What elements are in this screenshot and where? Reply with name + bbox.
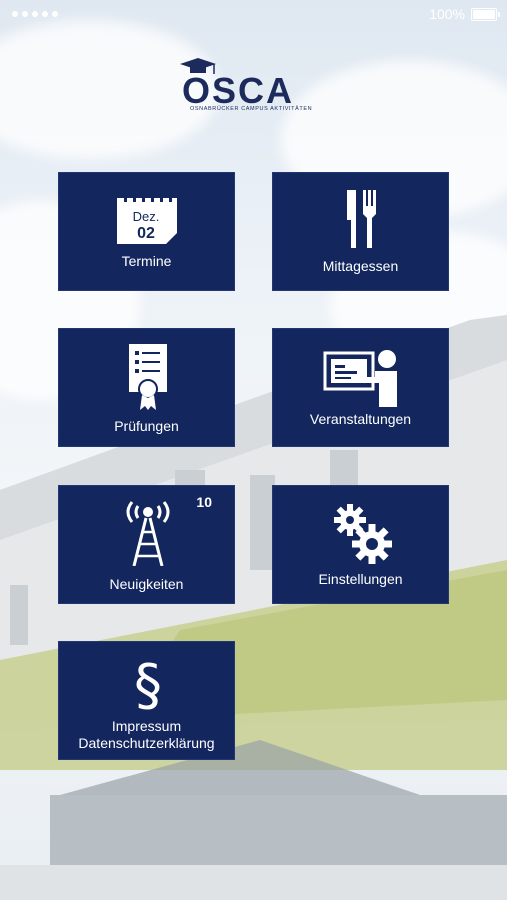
status-bar: 100%: [0, 0, 507, 28]
termine-tile[interactable]: Dez. 02 Termine: [58, 172, 235, 291]
background-photo: [0, 0, 507, 900]
antenna-tower-icon: [126, 501, 170, 566]
battery-icon: [471, 8, 500, 21]
termine-label: Termine: [121, 253, 172, 269]
calendar-day: 02: [137, 225, 155, 242]
logo-subtitle: OSNABRÜCKER CAMPUS AKTIVITÄTEN: [190, 106, 313, 112]
veranstaltungen-tile[interactable]: Veranstaltungen: [272, 328, 449, 447]
presentation-icon: [323, 350, 397, 407]
neuigkeiten-label: Neuigkeiten: [109, 576, 184, 592]
pruefungen-label: Prüfungen: [114, 418, 179, 434]
impressum-tile[interactable]: § Impressum Datenschutzerklärung: [58, 641, 235, 760]
svg-text:§: §: [134, 653, 162, 712]
calendar-month: Dez.: [133, 209, 160, 224]
gears-icon: [334, 504, 392, 564]
einstellungen-tile[interactable]: Einstellungen: [272, 485, 449, 604]
certificate-icon: [129, 344, 167, 410]
veranstaltungen-label: Veranstaltungen: [309, 411, 412, 427]
neuigkeiten-tile[interactable]: 10 Neuigkeiten: [58, 485, 235, 604]
knife-fork-icon: [347, 190, 376, 248]
osca-logo: OSCA OSNABRÜCKER CAMPUS AKTIVITÄTEN: [178, 56, 338, 116]
datenschutz-label: Datenschutzerklärung: [78, 735, 215, 751]
impressum-label: Impressum: [111, 718, 182, 734]
mittagessen-tile[interactable]: Mittagessen: [272, 172, 449, 291]
einstellungen-label: Einstellungen: [318, 571, 403, 587]
paragraph-icon: §: [134, 653, 162, 712]
signal-dots-icon: [12, 11, 58, 17]
news-count-badge: 10: [196, 494, 212, 510]
pruefungen-tile[interactable]: Prüfungen: [58, 328, 235, 447]
calendar-icon: Dez. 02: [117, 194, 177, 244]
battery-percentage: 100%: [429, 6, 465, 22]
mittagessen-label: Mittagessen: [322, 258, 399, 274]
